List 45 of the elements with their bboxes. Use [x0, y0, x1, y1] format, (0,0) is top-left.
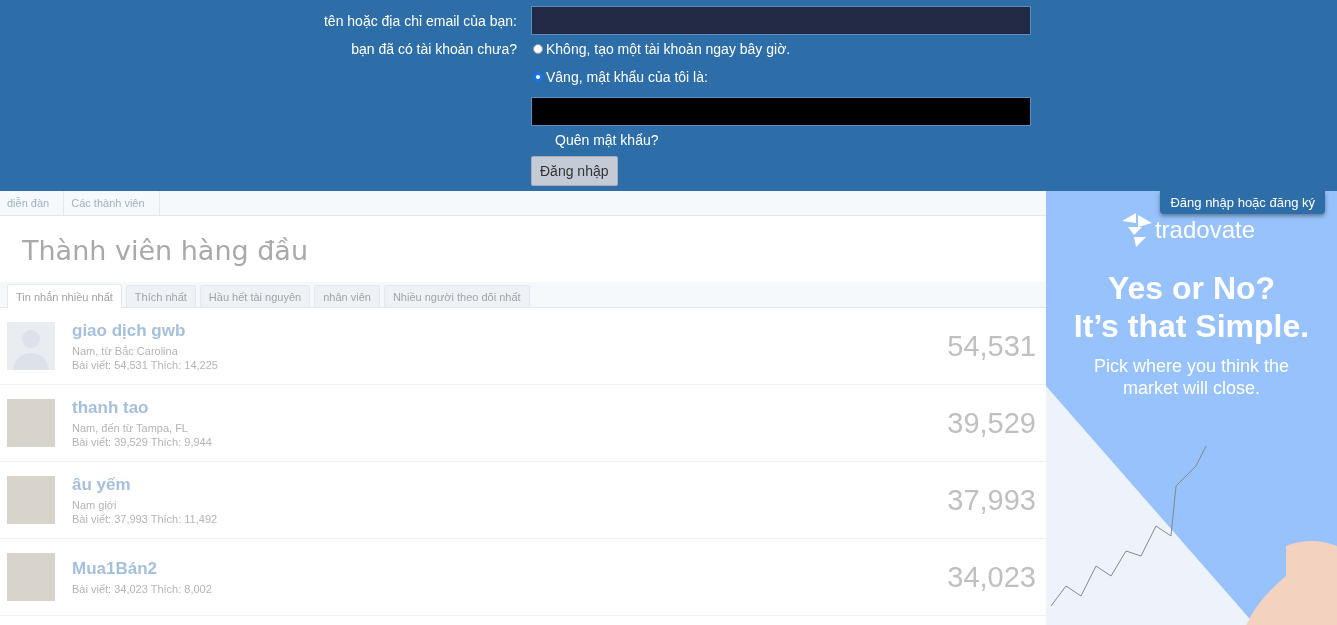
member-name-link[interactable]: giao dịch gwb [72, 320, 948, 341]
member-stats: Bài viết: 37,993 Thích: 11,492 [72, 511, 219, 526]
member-name-link[interactable]: âu yếm [72, 474, 948, 495]
message-count: 34,023 [947, 560, 1036, 594]
radio-option[interactable]: Vâng, mật khẩu của tôi là: [531, 63, 1031, 91]
password-field[interactable] [531, 97, 1031, 126]
ad-headline: Yes or No? [1107, 269, 1276, 307]
tab[interactable]: Hầu hết tài nguyên [199, 285, 311, 307]
ad-logo-text: tradovate [1154, 216, 1256, 244]
page-title: Thành viên hàng đầu [21, 234, 310, 268]
member-stats: Bài viết: 39,529 Thích: 9,944 [72, 434, 213, 449]
radio-button[interactable] [533, 44, 543, 54]
avatar-silhouette-icon [7, 322, 55, 370]
member-name-link[interactable]: Mua1Bán2 [72, 558, 948, 579]
message-count: 54,531 [947, 329, 1036, 363]
radio-option[interactable]: Không, tạo một tài khoản ngay bây giờ. [531, 35, 1031, 63]
tab[interactable]: Thích nhất [125, 285, 196, 307]
member-stats: Bài viết: 54,531 Thích: 14,225 [72, 357, 219, 372]
login-register-tab[interactable]: Đăng nhập hoặc đăng ký [1160, 191, 1325, 214]
radio-label: Không, tạo một tài khoản ngay bây giờ. [546, 41, 791, 57]
breadcrumb-link[interactable]: diễn đàn [0, 191, 65, 215]
member-stats: Bài viết: 34,023 Thích: 8,002 [72, 581, 213, 596]
field-label: bạn đã có tài khoản chưa? [350, 41, 517, 57]
member-location: Nam, từ Bắc Carolina [72, 343, 179, 358]
tab[interactable]: nhân viên [314, 285, 380, 307]
tab[interactable]: Tin nhắn nhiều nhất [7, 284, 122, 308]
username-field[interactable] [531, 6, 1031, 35]
triangle-logo-icon [1121, 213, 1152, 247]
login-button[interactable]: Đăng nhập [531, 156, 618, 186]
radio-label: Vâng, mật khẩu của tôi là: [546, 69, 708, 85]
tab[interactable]: Nhiều người theo dõi nhất [383, 285, 530, 307]
member-location: Nam giới [72, 497, 118, 512]
forgot-password-link[interactable]: Quên mật khẩu? [555, 132, 659, 148]
member-location: Nam, đến từ Tampa, FL [72, 420, 189, 435]
radio-button[interactable] [533, 72, 543, 82]
photo-placeholder [7, 553, 55, 601]
field-label: tên hoặc địa chỉ email của bạn: [323, 12, 517, 29]
ad-headline: It’s that Simple. [1073, 307, 1310, 345]
photo-placeholder [7, 476, 55, 524]
ad-subline: Pick where you think the market will close. [1092, 355, 1291, 399]
member-name-link[interactable]: thanh tao [72, 397, 948, 418]
message-count: 39,529 [947, 406, 1036, 440]
message-count: 37,993 [947, 483, 1036, 517]
breadcrumb-link[interactable]: Các thành viên [64, 191, 160, 215]
photo-placeholder [7, 399, 55, 447]
